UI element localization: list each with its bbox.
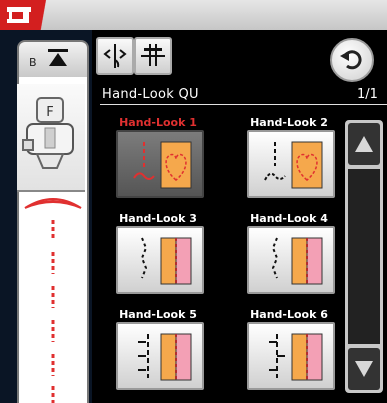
back-arrow-icon bbox=[340, 50, 362, 70]
hand-look-edge-icon bbox=[271, 237, 323, 285]
back-button[interactable] bbox=[330, 38, 374, 82]
mirror-horizontal-icon bbox=[103, 44, 127, 68]
stitch-label: Hand-Look 2 bbox=[250, 116, 328, 129]
category-title: Hand-Look QU bbox=[102, 87, 199, 102]
stitch-tile[interactable] bbox=[247, 226, 335, 294]
stitch-hand-look-3[interactable]: Hand-Look 3 bbox=[113, 212, 204, 294]
stitch-hand-look-1[interactable]: Hand-Look 1 bbox=[113, 116, 204, 198]
stitch-hand-look-2[interactable]: Hand-Look 2 bbox=[244, 116, 335, 198]
stitch-hand-look-5[interactable]: Hand-Look 5 bbox=[113, 308, 204, 390]
stitch-hand-look-6[interactable]: Hand-Look 6 bbox=[244, 308, 335, 390]
arrow-down-icon[interactable] bbox=[348, 348, 380, 390]
stitch-label: Hand-Look 6 bbox=[250, 308, 328, 321]
scroll-track[interactable] bbox=[348, 169, 380, 344]
hand-look-heart-icon bbox=[133, 141, 192, 189]
mirror-button[interactable] bbox=[96, 37, 134, 75]
presser-foot-display[interactable]: F bbox=[17, 84, 85, 192]
hand-look-heart-icon bbox=[264, 141, 323, 189]
stitch-position-selector[interactable]: B bbox=[17, 40, 89, 79]
hand-look-straight-icon bbox=[138, 333, 192, 381]
needle-position-button[interactable] bbox=[134, 37, 172, 75]
hand-look-straight-icon bbox=[269, 333, 323, 381]
stitch-label: Hand-Look 3 bbox=[119, 212, 197, 225]
stitch-tile[interactable] bbox=[247, 322, 335, 390]
arrow-up-icon[interactable] bbox=[348, 123, 380, 165]
sewing-machine-icon bbox=[7, 7, 31, 23]
stitch-tile[interactable] bbox=[116, 130, 204, 198]
stitch-tile[interactable] bbox=[247, 130, 335, 198]
scrollbar[interactable] bbox=[345, 120, 383, 393]
needle-position-icon bbox=[141, 44, 165, 66]
hand-look-edge-icon bbox=[140, 237, 192, 285]
stitch-label: Hand-Look 1 bbox=[119, 116, 197, 129]
stitch-hand-look-4[interactable]: Hand-Look 4 bbox=[244, 212, 335, 294]
page-indicator: 1/1 bbox=[357, 87, 378, 102]
foot-label: F bbox=[46, 105, 53, 120]
stitch-label: Hand-Look 5 bbox=[119, 308, 197, 321]
brand-tab bbox=[0, 0, 60, 30]
align-top-icon bbox=[48, 49, 68, 66]
stitch-label: Hand-Look 4 bbox=[250, 212, 328, 225]
title-divider bbox=[100, 104, 387, 105]
stitch-tile[interactable] bbox=[116, 226, 204, 294]
stitch-tile[interactable] bbox=[116, 322, 204, 390]
left-frame bbox=[0, 30, 12, 403]
presser-foot-icon: F bbox=[22, 97, 74, 169]
top-bar bbox=[0, 0, 387, 30]
selector-label: B bbox=[29, 56, 37, 69]
stitch-preview-icon bbox=[24, 198, 82, 403]
